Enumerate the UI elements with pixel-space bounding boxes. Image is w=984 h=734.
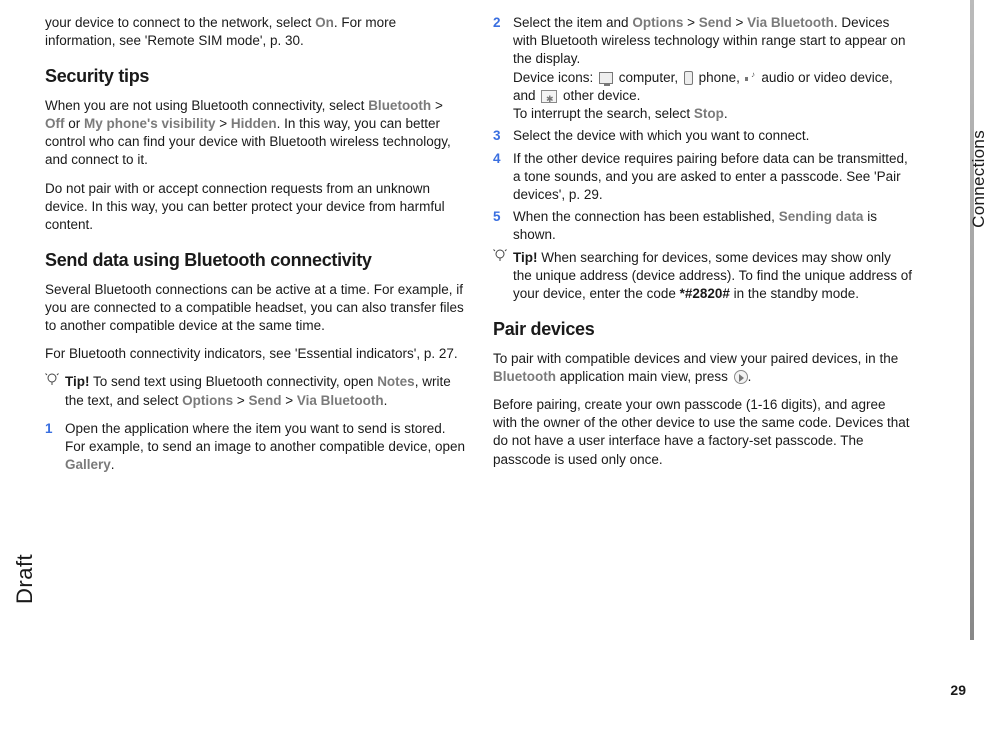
two-column-layout: your device to connect to the network, s…	[45, 14, 913, 479]
sep: >	[732, 15, 747, 30]
menu-bluetooth: Bluetooth	[368, 98, 431, 113]
tip-label: Tip!	[65, 374, 90, 389]
heading-pair-devices: Pair devices	[493, 317, 913, 341]
step-text: Select the item and Options > Send > Via…	[513, 14, 913, 123]
text: .	[384, 393, 388, 408]
thumb-index-bar	[970, 0, 974, 640]
text: your device to connect to the network, s…	[45, 15, 315, 30]
draft-watermark: Draft	[10, 554, 40, 604]
step-text: If the other device requires pairing bef…	[513, 150, 913, 205]
option-on: On	[315, 15, 334, 30]
send-paragraph-1: Several Bluetooth connections can be act…	[45, 281, 465, 336]
text: Open the application where the item you …	[65, 421, 465, 454]
text: .	[111, 457, 115, 472]
menu-hidden: Hidden	[231, 116, 277, 131]
step-text: Select the device with which you want to…	[513, 127, 809, 145]
menu-off: Off	[45, 116, 65, 131]
menu-send: Send	[248, 393, 281, 408]
step-text: Open the application where the item you …	[65, 420, 465, 475]
tip-block-2: Tip! When searching for devices, some de…	[493, 249, 913, 304]
text: When the connection has been established…	[513, 209, 779, 224]
step-4: 4 If the other device requires pairing b…	[493, 150, 913, 205]
text: Select the item and	[513, 15, 632, 30]
svg-text:✱: ✱	[546, 94, 554, 104]
menu-via-bluetooth: Via Bluetooth	[747, 15, 834, 30]
pair-paragraph-2: Before pairing, create your own passcode…	[493, 396, 913, 469]
text: Device icons:	[513, 70, 597, 85]
sep: >	[683, 15, 698, 30]
code-text: *#2820#	[680, 286, 730, 301]
tip-label: Tip!	[513, 250, 538, 265]
text: .	[724, 106, 728, 121]
status-sending-data: Sending data	[779, 209, 864, 224]
text: .	[748, 369, 752, 384]
phone-icon	[684, 71, 693, 85]
heading-send-data: Send data using Bluetooth connectivity	[45, 248, 465, 272]
step-5: 5 When the connection has been establish…	[493, 208, 913, 244]
menu-visibility: My phone's visibility	[84, 116, 216, 131]
menu-options: Options	[182, 393, 233, 408]
text: in the standby mode.	[730, 286, 859, 301]
tip-text: Tip! To send text using Bluetooth connec…	[65, 373, 465, 409]
sep: >	[233, 393, 248, 408]
menu-via-bluetooth: Via Bluetooth	[297, 393, 384, 408]
section-tab-label: Connections	[968, 130, 984, 228]
text: To interrupt the search, select	[513, 106, 694, 121]
right-edge-tab: Connections	[944, 0, 974, 734]
text: other device.	[559, 88, 640, 103]
sep: >	[281, 393, 296, 408]
page-number: 29	[950, 681, 966, 700]
step-number: 2	[493, 14, 513, 123]
app-bluetooth: Bluetooth	[493, 369, 556, 384]
text: computer,	[615, 70, 682, 85]
text: phone,	[695, 70, 744, 85]
step-2: 2 Select the item and Options > Send > V…	[493, 14, 913, 123]
security-paragraph-2: Do not pair with or accept connection re…	[45, 180, 465, 235]
menu-options: Options	[632, 15, 683, 30]
sep: >	[431, 98, 443, 113]
step-1: 1 Open the application where the item yo…	[45, 420, 465, 475]
text: To pair with compatible devices and view…	[493, 351, 898, 366]
heading-security-tips: Security tips	[45, 64, 465, 88]
nav-right-icon	[734, 370, 748, 384]
other-device-icon: ✱	[541, 90, 557, 103]
text: When you are not using Bluetooth connect…	[45, 98, 368, 113]
pair-paragraph-1: To pair with compatible devices and view…	[493, 350, 913, 386]
left-column: your device to connect to the network, s…	[45, 14, 465, 479]
button-stop: Stop	[694, 106, 724, 121]
audio-video-icon: ♪	[744, 71, 758, 85]
text: application main view, press	[556, 369, 732, 384]
lightbulb-icon	[45, 373, 65, 409]
page-content: Draft your device to connect to the netw…	[0, 0, 984, 479]
menu-send: Send	[699, 15, 732, 30]
step-number: 5	[493, 208, 513, 244]
right-column: 2 Select the item and Options > Send > V…	[493, 14, 913, 479]
top-fragment-paragraph: your device to connect to the network, s…	[45, 14, 465, 50]
send-paragraph-2: For Bluetooth connectivity indicators, s…	[45, 345, 465, 363]
step-text: When the connection has been established…	[513, 208, 913, 244]
left-margin: Draft	[0, 14, 45, 479]
app-notes: Notes	[377, 374, 415, 389]
lightbulb-icon	[493, 249, 513, 304]
text: or	[65, 116, 85, 131]
step-number: 1	[45, 420, 65, 475]
text: To send text using Bluetooth connectivit…	[90, 374, 378, 389]
step-number: 4	[493, 150, 513, 205]
computer-icon	[599, 72, 613, 84]
tip-text: Tip! When searching for devices, some de…	[513, 249, 913, 304]
step-number: 3	[493, 127, 513, 145]
security-paragraph-1: When you are not using Bluetooth connect…	[45, 97, 465, 170]
tip-block-1: Tip! To send text using Bluetooth connec…	[45, 373, 465, 409]
app-gallery: Gallery	[65, 457, 111, 472]
svg-text:♪: ♪	[751, 71, 755, 79]
step-3: 3 Select the device with which you want …	[493, 127, 913, 145]
sep: >	[216, 116, 231, 131]
